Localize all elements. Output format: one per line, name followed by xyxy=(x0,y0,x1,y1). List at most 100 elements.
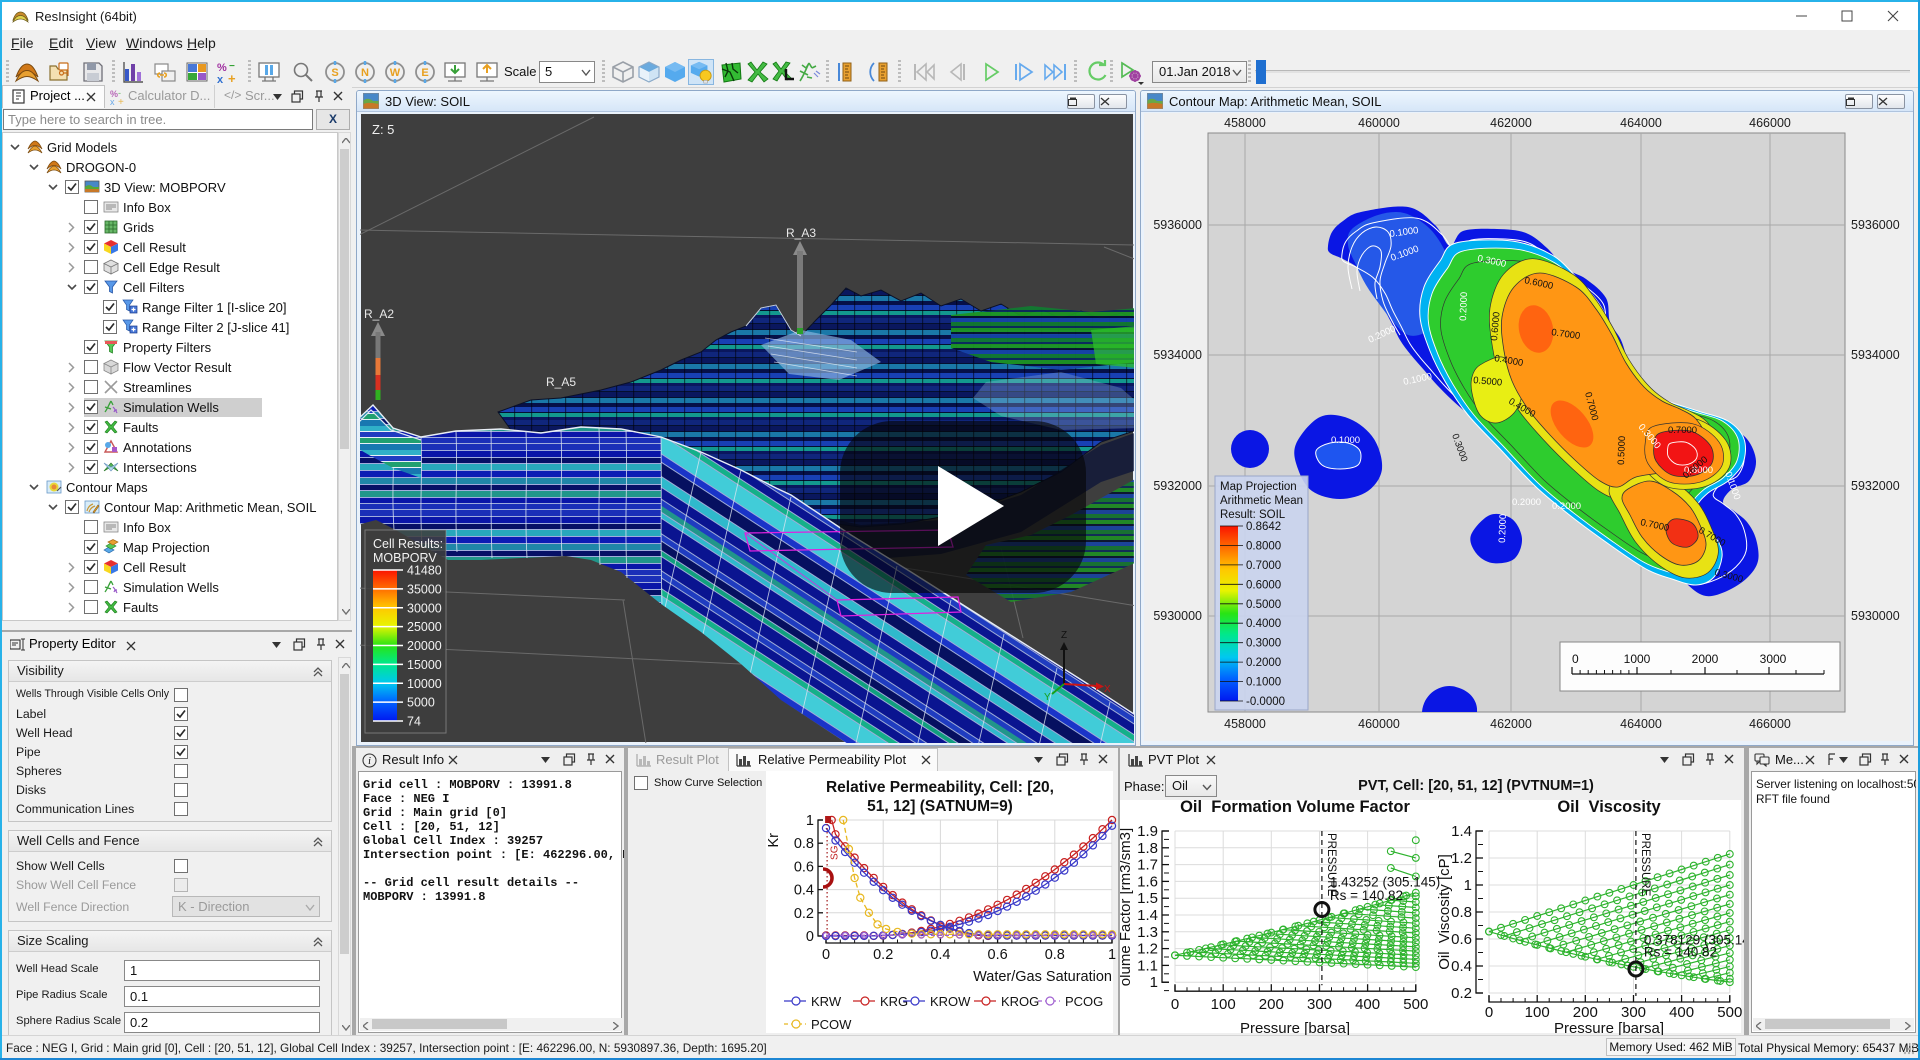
svg-text:1: 1 xyxy=(1108,947,1116,963)
svg-text:X: X xyxy=(1104,684,1111,695)
svg-text:0: 0 xyxy=(822,947,830,963)
svg-text:5934000: 5934000 xyxy=(1851,348,1900,362)
svg-text:1.1: 1.1 xyxy=(1137,957,1158,974)
svg-text:30000: 30000 xyxy=(407,601,442,615)
svg-text:E: E xyxy=(421,67,428,79)
svg-text:Pressure [barsa]: Pressure [barsa] xyxy=(1240,1020,1350,1035)
svg-text:SG: SG xyxy=(830,845,841,860)
svg-text:466000: 466000 xyxy=(1749,717,1791,731)
svg-text:Map Projection: Map Projection xyxy=(1220,481,1297,493)
svg-text:5930000: 5930000 xyxy=(1851,609,1900,623)
svg-text:20000: 20000 xyxy=(407,639,442,653)
svg-text:Cell Results:: Cell Results: xyxy=(373,537,443,551)
svg-text:Y: Y xyxy=(1044,692,1051,703)
svg-text:5932000: 5932000 xyxy=(1153,479,1202,493)
svg-text:5932000: 5932000 xyxy=(1851,479,1900,493)
svg-text:0.6: 0.6 xyxy=(1451,931,1472,948)
svg-text:466000: 466000 xyxy=(1749,116,1791,130)
svg-text:5934000: 5934000 xyxy=(1153,348,1202,362)
svg-text:1: 1 xyxy=(806,813,814,829)
svg-text:0.2000: 0.2000 xyxy=(1497,514,1509,543)
svg-text:200: 200 xyxy=(1573,1004,1598,1021)
svg-text:0: 0 xyxy=(1171,996,1179,1013)
svg-text:41480: 41480 xyxy=(407,564,442,578)
svg-text:PRESSURE: PRESSURE xyxy=(1639,833,1651,897)
svg-text:Oil Viscosity: Oil Viscosity xyxy=(1557,798,1661,816)
svg-text:Kr: Kr xyxy=(766,833,782,848)
svg-text:0.2000: 0.2000 xyxy=(1512,497,1541,508)
svg-text:1: 1 xyxy=(1464,877,1472,894)
svg-text:0.6: 0.6 xyxy=(988,947,1008,963)
svg-text:5936000: 5936000 xyxy=(1153,218,1202,232)
svg-text:3000: 3000 xyxy=(1760,652,1787,666)
svg-text:Water/Gas Saturation: Water/Gas Saturation xyxy=(973,969,1112,985)
svg-text:0: 0 xyxy=(1485,1004,1493,1021)
svg-text:i: i xyxy=(368,756,371,767)
svg-text:5936000: 5936000 xyxy=(1851,218,1900,232)
svg-text:KRW: KRW xyxy=(811,994,842,1009)
svg-text:464000: 464000 xyxy=(1620,717,1662,731)
svg-text:5000: 5000 xyxy=(407,696,435,710)
svg-text:500: 500 xyxy=(1717,1004,1742,1021)
svg-text:400: 400 xyxy=(1355,996,1380,1013)
svg-text:74: 74 xyxy=(407,715,421,729)
svg-text:2000: 2000 xyxy=(1692,652,1719,666)
svg-text:200: 200 xyxy=(1259,996,1284,1013)
svg-text:+: + xyxy=(118,97,124,105)
svg-text:0: 0 xyxy=(1572,652,1579,666)
svg-text:Rs = 140.82: Rs = 140.82 xyxy=(1644,945,1717,960)
svg-text:0.8: 0.8 xyxy=(1045,947,1065,963)
svg-text:0.8: 0.8 xyxy=(1451,904,1472,921)
svg-text:Pressure [barsa]: Pressure [barsa] xyxy=(1554,1020,1664,1035)
svg-text:Z: 5: Z: 5 xyxy=(372,122,394,137)
svg-text:R_A3: R_A3 xyxy=(786,226,816,240)
svg-text:100: 100 xyxy=(1211,996,1236,1013)
svg-text:Arithmetic Mean: Arithmetic Mean xyxy=(1220,495,1303,507)
svg-text:x: x xyxy=(110,97,115,105)
svg-text:0.6000: 0.6000 xyxy=(1246,579,1281,591)
svg-text:462000: 462000 xyxy=(1490,116,1532,130)
svg-text:0.7000: 0.7000 xyxy=(1668,425,1697,436)
svg-text:0.4: 0.4 xyxy=(1451,958,1472,975)
svg-text:R_A2: R_A2 xyxy=(364,307,394,321)
svg-text:460000: 460000 xyxy=(1358,116,1400,130)
svg-text:1000: 1000 xyxy=(1624,652,1651,666)
svg-text:1: 1 xyxy=(1150,974,1158,991)
svg-text:1.8: 1.8 xyxy=(1137,840,1158,857)
svg-text:15000: 15000 xyxy=(407,658,442,672)
svg-text:olume Factor [rm3/sm3]: olume Factor [rm3/sm3] xyxy=(1120,828,1134,986)
svg-text:5930000: 5930000 xyxy=(1153,609,1202,623)
svg-text:0.2: 0.2 xyxy=(794,906,814,922)
svg-text:0.2000: 0.2000 xyxy=(1246,657,1281,669)
svg-text:0.6: 0.6 xyxy=(794,859,814,875)
svg-text:300: 300 xyxy=(1621,1004,1646,1021)
svg-text:0.3000: 0.3000 xyxy=(1246,638,1281,650)
svg-text:W: W xyxy=(390,67,401,79)
svg-text:0.5000: 0.5000 xyxy=(1616,436,1628,465)
svg-text:460000: 460000 xyxy=(1358,717,1400,731)
svg-text:1.7: 1.7 xyxy=(1137,857,1158,874)
svg-text:51, 12] (SATNUM=9): 51, 12] (SATNUM=9) xyxy=(867,798,1013,815)
svg-text:100: 100 xyxy=(1525,1004,1550,1021)
svg-text:0.4: 0.4 xyxy=(794,883,814,899)
svg-text:x: x xyxy=(217,74,224,85)
svg-text:0.2000: 0.2000 xyxy=(1552,501,1581,512)
svg-text:+: + xyxy=(228,71,236,85)
svg-text:1.4: 1.4 xyxy=(1137,907,1158,924)
svg-text:0.1000: 0.1000 xyxy=(1331,435,1360,446)
svg-text:25000: 25000 xyxy=(407,620,442,634)
svg-text:KROW: KROW xyxy=(930,994,971,1009)
svg-text:0.2: 0.2 xyxy=(873,947,893,963)
svg-text:458000: 458000 xyxy=(1224,717,1266,731)
svg-text:R_A5: R_A5 xyxy=(546,375,576,389)
svg-text:N: N xyxy=(361,67,369,79)
svg-text:-0.0000: -0.0000 xyxy=(1246,696,1285,708)
svg-text:Z: Z xyxy=(1061,630,1067,641)
svg-text:1.4: 1.4 xyxy=(1451,823,1472,840)
svg-text:0.2: 0.2 xyxy=(1451,985,1472,1002)
svg-text:1.2: 1.2 xyxy=(1137,941,1158,958)
svg-text:0.4: 0.4 xyxy=(930,947,950,963)
svg-text:0.8: 0.8 xyxy=(794,836,814,852)
svg-text:Rs = 140.82: Rs = 140.82 xyxy=(1330,888,1403,903)
svg-text:KROG: KROG xyxy=(1001,994,1039,1009)
